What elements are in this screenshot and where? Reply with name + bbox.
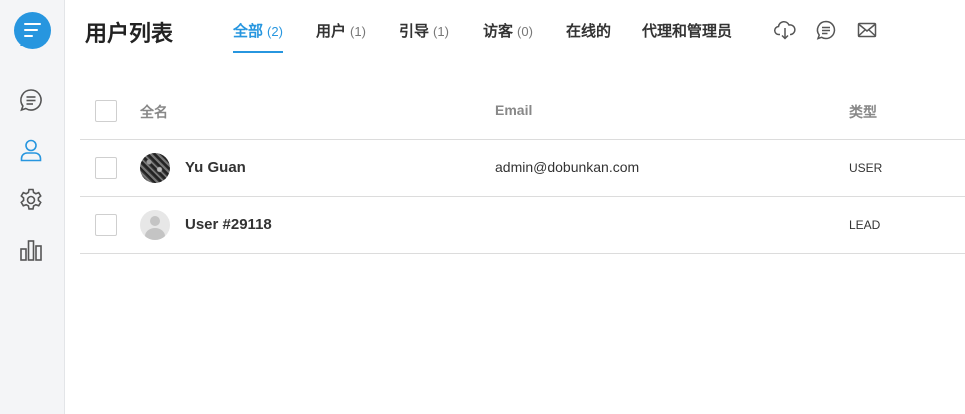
select-all-checkbox[interactable] [95,100,117,122]
avatar [140,210,170,240]
user-name[interactable]: Yu Guan [185,159,246,176]
user-type: LEAD [849,218,881,232]
tab-visitors[interactable]: 访客 (0) [483,20,533,53]
table-header: 全名 Email 类型 [80,82,965,140]
cloud-download-icon[interactable] [774,19,796,41]
tab-leads[interactable]: 引导 (1) [399,20,449,53]
tab-count: (0) [517,24,533,39]
tab-online[interactable]: 在线的 [566,20,611,53]
page-title: 用户列表 [85,21,174,46]
row-checkbox[interactable] [95,157,117,179]
table-row[interactable]: User #29118 LEAD [80,197,965,254]
avatar [140,153,170,183]
tab-label: 在线的 [566,23,612,40]
bar-chart-icon[interactable] [18,237,44,263]
chat-icon[interactable] [815,19,837,41]
column-header-fullname[interactable]: 全名 [140,102,168,122]
user-type: USER [849,161,883,175]
chat-icon[interactable] [18,87,44,113]
header: 用户列表 全部 (2) 用户 (1) 引导 (1) 访客 (0) 在线的 代理和管理员 [65,0,965,60]
tab-label: 代理和管理员 [642,23,733,40]
tab-users[interactable]: 用户 (1) [316,20,366,53]
row-checkbox[interactable] [95,214,117,236]
table-row[interactable]: Yu Guan admin@dobunkan.com USER [80,140,965,197]
user-name[interactable]: User #29118 [185,216,272,233]
tab-label: 用户 [316,23,347,40]
mail-icon[interactable] [856,19,878,41]
tab-count: (1) [433,24,449,39]
column-header-email[interactable]: Email [495,102,532,118]
tab-all[interactable]: 全部 (2) [233,20,283,53]
tab-count: (2) [267,24,283,39]
tab-count: (1) [350,24,366,39]
tab-label: 访客 [483,23,514,40]
user-icon[interactable] [18,137,44,163]
users-table: 全名 Email 类型 Yu Guan admin@dobunkan.com U… [80,82,965,254]
chat-bubble-logo[interactable] [14,12,51,49]
tab-label: 全部 [233,23,264,40]
column-header-type[interactable]: 类型 [849,102,877,122]
user-email: admin@dobunkan.com [495,159,640,175]
tab-agents-admins[interactable]: 代理和管理员 [642,20,732,53]
tab-label: 引导 [399,23,430,40]
sidebar [0,0,65,414]
gear-icon[interactable] [18,187,44,213]
